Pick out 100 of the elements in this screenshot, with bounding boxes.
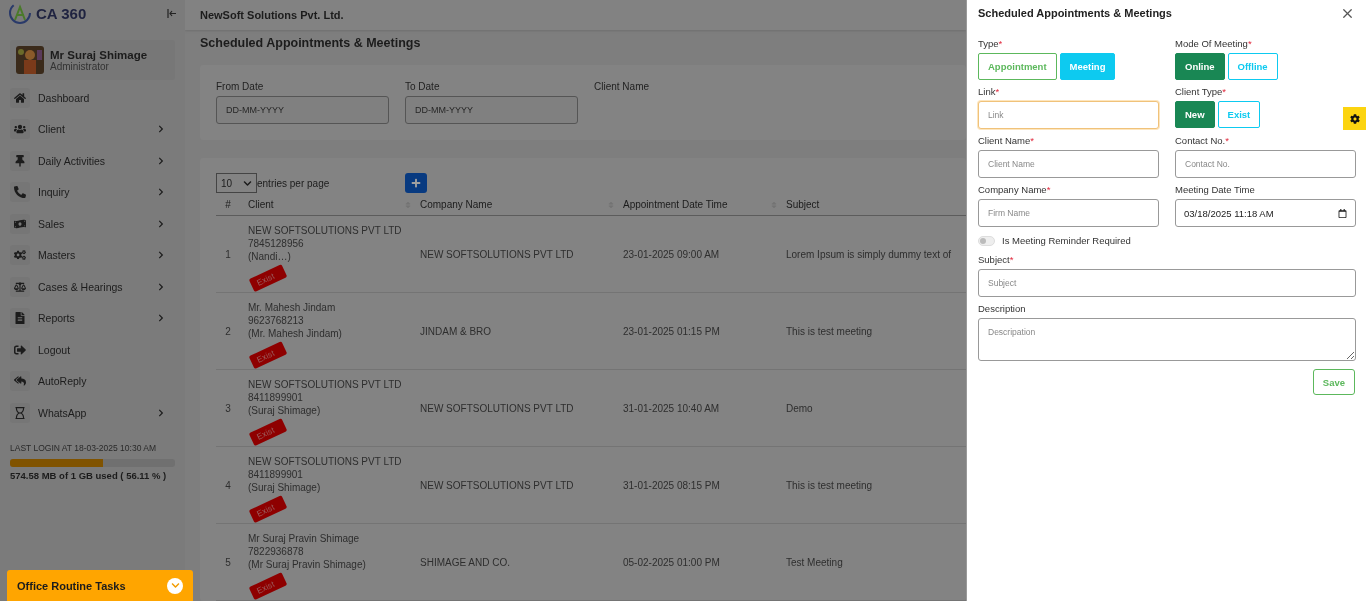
table-cell-text: SHIMAGE AND CO.	[420, 556, 511, 568]
chevron-icon	[167, 577, 183, 594]
field-label: Client Type*	[1175, 86, 1228, 97]
table-cell-text: 4	[224, 479, 232, 491]
menu-item[interactable]: Dashboard	[10, 82, 175, 114]
last-login-text: LAST LOGIN AT 18-03-2025 10:30 AM	[10, 442, 157, 453]
chevron-icon	[157, 156, 165, 165]
menu-item[interactable]: Masters	[10, 239, 175, 271]
chevron-icon	[157, 282, 165, 291]
people-icon	[10, 119, 30, 140]
menu-item[interactable]: Sales	[10, 208, 175, 240]
field-label: Contact No.*	[1175, 135, 1230, 146]
client-line: (Suraj Shimage)	[248, 405, 322, 416]
user-name: Mr Suraj Shimage	[50, 48, 148, 61]
save-button[interactable]: Save	[1312, 369, 1355, 395]
document-icon	[10, 308, 30, 329]
menu-item[interactable]: Client	[10, 113, 175, 145]
field-label: Mode Of Meeting*	[1175, 38, 1253, 49]
column-header[interactable]: Appointment Date Time	[623, 199, 728, 210]
office-tasks-button[interactable]: Office Routine Tasks	[7, 570, 193, 601]
table-cell-text: 23-01-2025 01:15 PM	[623, 325, 721, 337]
option-button[interactable]: New	[1175, 101, 1215, 128]
menu-item[interactable]: Reports	[10, 302, 175, 334]
input-field[interactable]: Firm Name	[978, 199, 1159, 227]
field-label: Client Name*	[978, 135, 1035, 146]
plus-icon	[411, 178, 421, 188]
pin-icon	[10, 150, 30, 171]
gears-icon	[10, 245, 30, 266]
menu-item[interactable]: AutoReply	[10, 365, 175, 397]
chevron-icon	[157, 188, 165, 197]
client-line: NEW SOFTSOLUTIONS PVT LTD	[248, 225, 403, 236]
client-line: 9623768213	[248, 315, 305, 326]
filter-label: Client Name	[594, 81, 651, 92]
field-label: Link*	[978, 86, 1001, 97]
chevron-icon	[157, 219, 165, 228]
table-cell-text: JINDAM & BRO	[420, 325, 493, 337]
scales-icon	[10, 276, 30, 297]
description-field[interactable]: Descripation	[978, 318, 1356, 361]
reminder-switch[interactable]	[978, 235, 995, 246]
table-cell-text: Lorem Ipsum is simply dummy text of	[786, 248, 953, 260]
client-line: (Mr. Mahesh Jindam)	[248, 328, 343, 339]
table-cell-text: Test Meeting	[786, 556, 844, 568]
client-line: 8411899901	[248, 392, 304, 403]
logo-text: CA 360	[36, 4, 88, 22]
table-cell-text: This is test meeting	[786, 479, 874, 491]
client-line: Mr Suraj Pravin Shimage	[248, 533, 361, 544]
collapse-icon[interactable]	[167, 8, 177, 18]
table-cell-text: This is test meeting	[786, 325, 874, 337]
switch-label: Is Meeting Reminder Required	[1002, 235, 1131, 246]
settings-button[interactable]	[1343, 107, 1366, 130]
column-header[interactable]: Company Name	[420, 199, 493, 210]
date-field[interactable]: DD-MM-YYYY	[405, 96, 578, 124]
table-cell-text: 31-01-2025 10:40 AM	[623, 402, 721, 414]
client-line: (Nandi…)	[248, 251, 292, 262]
table-cell-text: Demo	[786, 402, 814, 414]
input-field[interactable]: Contact No.	[1175, 150, 1356, 178]
exist-tag: Exist	[248, 571, 288, 601]
add-button[interactable]	[405, 173, 427, 193]
input-field[interactable]: Link	[978, 101, 1159, 129]
table-cell-text: 05-02-2025 01:00 PM	[623, 556, 721, 568]
field-label: Type*	[978, 38, 1004, 49]
user-role: Administrator	[50, 60, 109, 72]
home-icon	[10, 87, 30, 108]
reply-icon	[10, 371, 30, 392]
calendar-icon	[1338, 208, 1347, 218]
chevron-icon	[157, 251, 165, 260]
menu-item[interactable]: Inquiry	[10, 176, 175, 208]
input-field[interactable]: Client Name	[978, 150, 1159, 178]
input-field[interactable]: Subject	[978, 269, 1356, 297]
option-button[interactable]: Online	[1175, 53, 1225, 80]
page-title: Scheduled Appointments & Meetings	[200, 36, 421, 50]
menu-item[interactable]: Daily Activities	[10, 145, 175, 177]
table-cell-text: NEW SOFTSOLUTIONS PVT LTD	[420, 402, 575, 414]
field-label: Meeting Date Time	[1175, 184, 1256, 195]
caret-icon	[243, 178, 252, 188]
client-line: (Suraj Shimage)	[248, 482, 322, 493]
date-time-field[interactable]: 03/18/2025 11:18 AM	[1175, 199, 1356, 227]
field-label: Company Name*	[978, 184, 1052, 195]
table-cell-text: 2	[224, 325, 232, 337]
column-header[interactable]: Client	[248, 199, 274, 210]
chevron-icon	[157, 125, 165, 134]
menu-item[interactable]: WhatsApp	[10, 397, 175, 429]
column-header[interactable]: Subject	[786, 199, 820, 210]
client-line: NEW SOFTSOLUTIONS PVT LTD	[248, 456, 403, 467]
chevron-icon	[157, 314, 165, 323]
column-header[interactable]: #	[225, 199, 231, 210]
table-cell-text: 1	[224, 248, 232, 260]
table-cell-text: NEW SOFTSOLUTIONS PVT LTD	[420, 479, 575, 491]
date-field[interactable]: DD-MM-YYYY	[216, 96, 389, 124]
client-line: 7845128956	[248, 238, 305, 249]
menu-item[interactable]: Cases & Hearings	[10, 271, 175, 303]
filter-label: To Date	[405, 81, 441, 92]
hourglass-icon	[10, 402, 30, 423]
page-size-select[interactable]: 10	[216, 173, 257, 193]
filter-label: From Date	[216, 81, 265, 92]
option-button[interactable]: Appointment	[978, 53, 1057, 80]
menu-item[interactable]: Logout	[10, 334, 175, 366]
company-name: NewSoft Solutions Pvt. Ltd.	[200, 9, 344, 21]
field-label: Subject*	[978, 254, 1015, 265]
client-line: 7822936878	[248, 546, 305, 557]
